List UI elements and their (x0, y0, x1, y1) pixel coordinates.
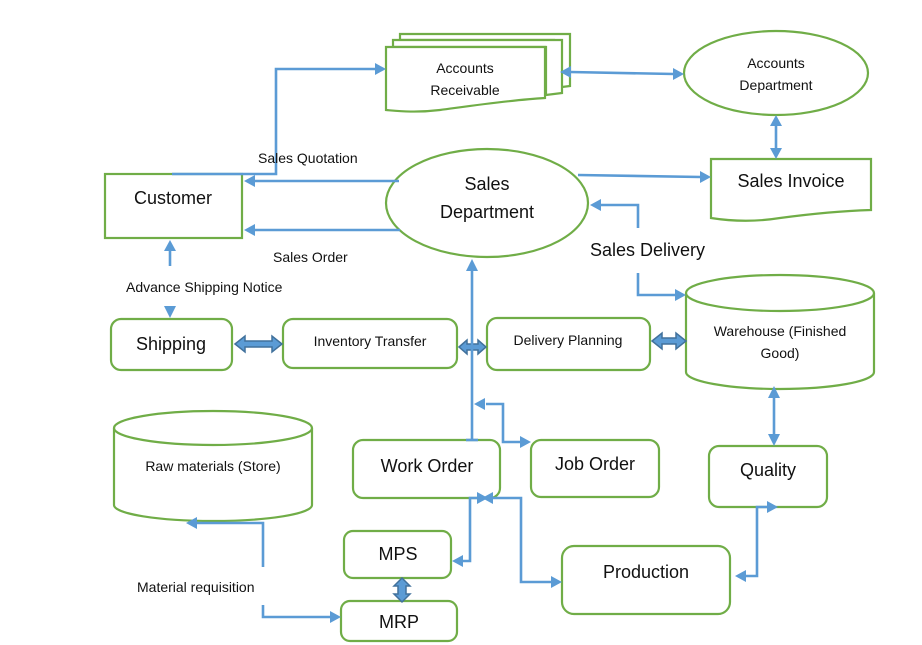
node-delivery-planning[interactable]: Delivery Planning (485, 316, 652, 372)
connector-line (196, 521, 265, 567)
warehouse-label-line1: Warehouse (Finished (714, 323, 847, 339)
connector-line (745, 505, 767, 578)
edge-accounts-department-sales-invoice (770, 115, 782, 159)
node-sales-department[interactable]: Sales Department (384, 147, 590, 259)
accounts-department-label-line1: Accounts (747, 55, 805, 71)
edge-work-order-production (482, 492, 562, 588)
production-label: Production (603, 562, 689, 582)
job-order-label: Job Order (555, 454, 635, 474)
arrowhead-icon (590, 199, 601, 211)
arrowhead-icon (770, 148, 782, 159)
node-raw-materials[interactable]: Raw materials (Store) (112, 409, 314, 523)
node-job-order[interactable]: Job Order (529, 438, 661, 499)
edge-sales-order: Sales Order (244, 224, 400, 265)
quality-label: Quality (740, 460, 796, 480)
node-quality[interactable]: Quality (707, 444, 829, 509)
node-shipping[interactable]: Shipping (109, 317, 234, 372)
arrowhead-icon (675, 289, 686, 301)
process-flow-diagram: Accounts Receivable Accounts Department … (103, 29, 876, 643)
double-arrow-mps-mrp (392, 576, 412, 604)
arrowhead-icon (700, 171, 711, 183)
material-requisition-label: Material requisition (137, 579, 255, 595)
arrowhead-icon (375, 63, 386, 75)
connector-line (261, 605, 331, 619)
shipping-label: Shipping (136, 334, 206, 354)
node-sales-invoice[interactable]: Sales Invoice (709, 157, 873, 222)
warehouse-cylinder-top (684, 273, 876, 313)
node-mps[interactable]: MPS (342, 529, 453, 580)
mps-label: MPS (378, 544, 417, 564)
edge-accounts-receivable-accounts-department (560, 66, 684, 80)
mrp-label: MRP (379, 612, 419, 632)
node-accounts-receivable[interactable]: Accounts Receivable (384, 32, 572, 113)
sales-quotation-label: Sales Quotation (258, 150, 358, 166)
sales-invoice-label: Sales Invoice (737, 171, 844, 191)
arrowhead-icon (244, 224, 255, 236)
sales-order-label: Sales Order (273, 249, 348, 265)
connector-line (569, 70, 675, 76)
edge-advance-shipping-notice: Advance Shipping Notice (126, 240, 283, 318)
accounts-department-label-line2: Department (739, 77, 812, 93)
arrowhead-icon (244, 175, 255, 187)
edge-work-order-mps (452, 492, 488, 567)
node-warehouse[interactable]: Warehouse (Finished Good) (684, 273, 876, 391)
accounts-receivable-label-line2: Receivable (430, 82, 499, 98)
arrowhead-icon (520, 436, 531, 448)
arrowhead-icon (164, 306, 176, 318)
arrowhead-icon (673, 68, 684, 80)
double-arrow-delivery-planning-warehouse (650, 331, 688, 351)
connector-line (486, 402, 521, 444)
sales-department-label-line1: Sales (464, 174, 509, 194)
arrowhead-icon (452, 555, 463, 567)
connector-line (577, 173, 702, 179)
raw-materials-label: Raw materials (Store) (145, 458, 280, 474)
advance-shipping-notice-label: Advance Shipping Notice (126, 279, 283, 295)
inventory-transfer-label: Inventory Transfer (314, 333, 427, 349)
raw-materials-cylinder-top (112, 409, 314, 447)
delivery-planning-label: Delivery Planning (514, 332, 623, 348)
connector-line (462, 496, 478, 563)
connector-line (492, 496, 551, 584)
arrowhead-icon (551, 576, 562, 588)
customer-label: Customer (134, 188, 212, 208)
node-production[interactable]: Production (560, 544, 732, 616)
sales-delivery-label: Sales Delivery (590, 240, 705, 260)
warehouse-label-line2: Good) (761, 345, 800, 361)
accounts-receivable-label-line1: Accounts (436, 60, 494, 76)
edge-material-requisition: Material requisition (137, 517, 341, 623)
work-order-label: Work Order (381, 456, 474, 476)
node-customer[interactable]: Customer (103, 172, 244, 240)
arrowhead-icon (770, 115, 782, 126)
node-work-order[interactable]: Work Order (351, 438, 502, 500)
accounts-department-ellipse (682, 29, 870, 117)
edge-sales-department-to-sales-invoice (577, 171, 711, 183)
sales-department-label-line2: Department (440, 202, 534, 222)
arrowhead-icon (735, 570, 746, 582)
arrowhead-icon (164, 240, 176, 251)
edge-quality-production (735, 501, 778, 582)
node-accounts-department[interactable]: Accounts Department (682, 29, 870, 117)
node-inventory-transfer[interactable]: Inventory Transfer (281, 317, 459, 370)
connector-line (636, 273, 676, 297)
edge-warehouse-quality (768, 386, 780, 446)
arrowhead-icon (466, 259, 478, 271)
arrowhead-icon (474, 398, 485, 410)
connector-line (600, 203, 640, 228)
edge-sales-quotation: Sales Quotation (244, 150, 399, 187)
arrowhead-icon (768, 434, 780, 446)
arrowhead-icon (330, 611, 341, 623)
node-mrp[interactable]: MRP (339, 599, 459, 643)
double-arrow-shipping-inventory-transfer (233, 334, 284, 354)
accounts-receivable-page-front (384, 45, 547, 113)
edge-sales-delivery: Sales Delivery (590, 199, 705, 301)
